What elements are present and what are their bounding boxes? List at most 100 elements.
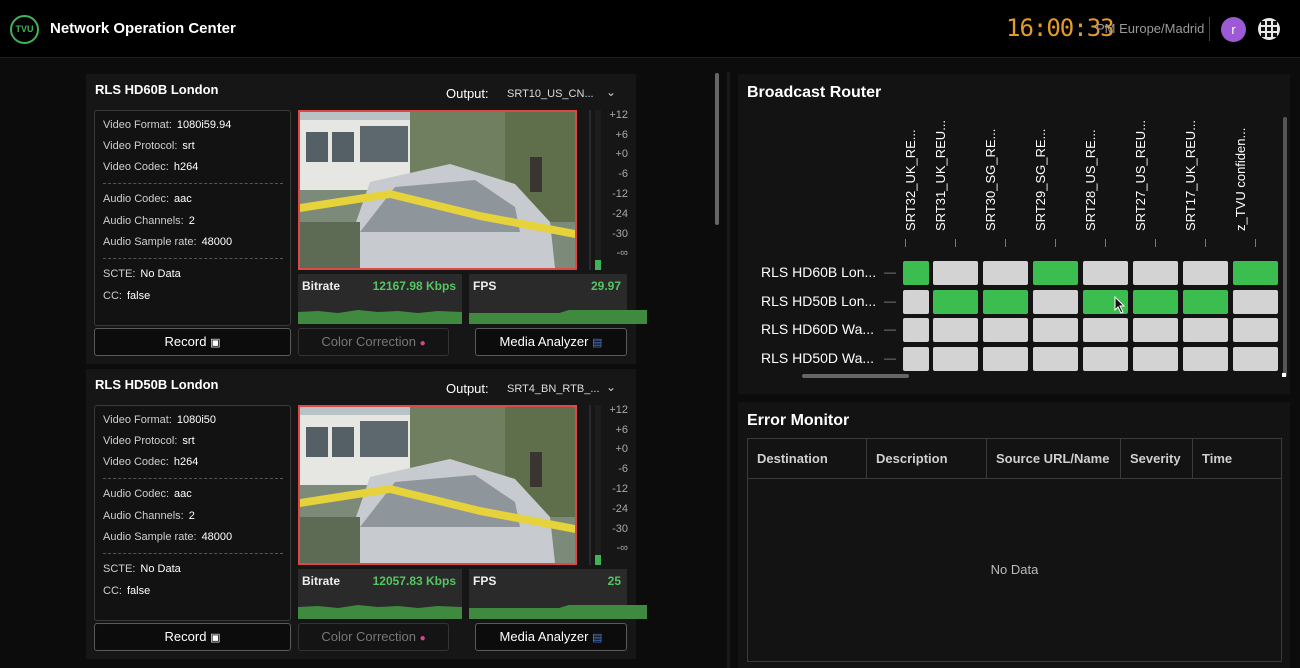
router-crosspoint-cell[interactable] — [983, 290, 1028, 314]
color-correction-button[interactable]: Color Correction ● — [298, 328, 449, 356]
router-crosspoint-cell[interactable] — [1133, 290, 1178, 314]
divider — [103, 478, 283, 479]
column-header-description[interactable]: Description — [867, 439, 987, 478]
column-header-severity[interactable]: Severity — [1121, 439, 1193, 478]
chevron-down-icon[interactable]: ⌄ — [606, 85, 616, 99]
app-title: Network Operation Center — [50, 20, 236, 37]
router-crosspoint-cell[interactable] — [1133, 318, 1178, 342]
router-crosspoint-cell[interactable] — [1183, 318, 1228, 342]
router-crosspoint-cell[interactable] — [1083, 261, 1128, 285]
router-crosspoint-cell[interactable] — [1033, 261, 1078, 285]
fps-label: FPS — [473, 574, 497, 588]
router-crosspoint-cell[interactable] — [903, 290, 929, 314]
meta-row: CC: false — [103, 585, 150, 597]
meta-label: CC: — [103, 585, 122, 597]
user-avatar[interactable]: r — [1221, 17, 1246, 42]
column-header-time[interactable]: Time — [1193, 439, 1281, 478]
router-column-label: SRT32_UK_RE... — [903, 129, 918, 231]
meta-label: Audio Sample rate: — [103, 531, 197, 543]
router-crosspoint-cell[interactable] — [903, 261, 929, 285]
analyzer-icon: ▤ — [592, 337, 603, 349]
router-column-tick — [1255, 239, 1256, 247]
output-select[interactable]: SRT4_BN_RTB_... — [507, 383, 600, 395]
output-select[interactable]: SRT10_US_CN... — [507, 88, 594, 100]
meta-row: Audio Channels: 2 — [103, 510, 195, 522]
router-column-tick — [1055, 239, 1056, 247]
router-horizontal-scrollbar[interactable] — [802, 374, 909, 378]
router-crosspoint-cell[interactable] — [933, 318, 978, 342]
router-column-tick — [955, 239, 956, 247]
audio-meter-left — [589, 405, 591, 565]
video-preview[interactable] — [298, 405, 577, 565]
router-crosspoint-cell[interactable] — [903, 347, 929, 371]
router-crosspoint-cell[interactable] — [933, 261, 978, 285]
router-row-tick: — — [884, 265, 896, 279]
vu-scale-tick: -6 — [618, 168, 628, 180]
record-button[interactable]: Record ▣ — [94, 328, 291, 356]
meta-value: false — [126, 290, 151, 302]
apps-grid-icon[interactable] — [1258, 18, 1280, 40]
router-crosspoint-cell[interactable] — [983, 318, 1028, 342]
meta-label: Audio Codec: — [103, 488, 170, 500]
meta-value: srt — [182, 435, 195, 447]
meta-label: CC: — [103, 290, 122, 302]
meta-label: Audio Codec: — [103, 193, 170, 205]
router-column-tick — [1205, 239, 1206, 247]
meta-label: Video Codec: — [103, 161, 169, 173]
router-crosspoint-cell[interactable] — [933, 347, 978, 371]
audio-meter-right — [595, 405, 601, 565]
router-crosspoint-cell[interactable] — [1233, 318, 1278, 342]
bitrate-value: 12167.98 Kbps — [372, 279, 456, 293]
router-row-tick: — — [884, 322, 896, 336]
router-crosspoint-cell[interactable] — [1183, 290, 1228, 314]
meta-value: h264 — [173, 161, 199, 173]
media-analyzer-button[interactable]: Media Analyzer ▤ — [475, 328, 627, 356]
meta-label: Audio Sample rate: — [103, 236, 197, 248]
router-crosspoint-cell[interactable] — [1133, 261, 1178, 285]
audio-level-fill — [595, 260, 601, 270]
router-crosspoint-cell[interactable] — [1133, 347, 1178, 371]
router-crosspoint-cell[interactable] — [1233, 347, 1278, 371]
left-scrollbar[interactable] — [715, 73, 719, 225]
router-crosspoint-cell[interactable] — [903, 318, 929, 342]
output-label: Output: — [446, 86, 489, 101]
router-column-label: SRT30_SG_RE... — [983, 128, 998, 231]
media-analyzer-button[interactable]: Media Analyzer ▤ — [475, 623, 627, 651]
record-label: Record — [164, 629, 207, 644]
vu-scale-tick: +6 — [615, 424, 628, 436]
router-crosspoint-cell[interactable] — [933, 290, 978, 314]
router-crosspoint-cell[interactable] — [1083, 318, 1128, 342]
fps-value: 25 — [607, 574, 621, 588]
meta-value: 48000 — [201, 236, 233, 248]
analyzer-icon: ▤ — [592, 632, 603, 644]
router-crosspoint-cell[interactable] — [1083, 347, 1128, 371]
meta-value: 48000 — [201, 531, 233, 543]
chevron-down-icon[interactable]: ⌄ — [606, 380, 616, 394]
meta-label: Audio Channels: — [103, 510, 184, 522]
meta-value: 1080i50 — [176, 414, 217, 426]
router-crosspoint-cell[interactable] — [1233, 261, 1278, 285]
router-crosspoint-cell[interactable] — [1033, 318, 1078, 342]
router-column-tick — [1005, 239, 1006, 247]
meta-row: Audio Sample rate: 48000 — [103, 236, 232, 248]
router-vertical-scrollbar[interactable] — [1283, 117, 1287, 377]
router-crosspoint-cell[interactable] — [1233, 290, 1278, 314]
fps-stat: FPS 25 — [469, 569, 647, 619]
error-table: Destination Description Source URL/Name … — [747, 438, 1282, 662]
color-correction-button[interactable]: Color Correction ● — [298, 623, 449, 651]
router-crosspoint-cell[interactable] — [1183, 347, 1228, 371]
meta-value: No Data — [140, 268, 181, 280]
video-preview[interactable] — [298, 110, 577, 270]
router-crosspoint-cell[interactable] — [1033, 347, 1078, 371]
router-crosspoint-cell[interactable] — [983, 347, 1028, 371]
bitrate-sparkline — [298, 310, 462, 324]
column-header-destination[interactable]: Destination — [748, 439, 867, 478]
router-crosspoint-cell[interactable] — [1033, 290, 1078, 314]
divider — [103, 553, 283, 554]
router-crosspoint-cell[interactable] — [983, 261, 1028, 285]
router-crosspoint-cell[interactable] — [1183, 261, 1228, 285]
router-column-tick — [905, 239, 906, 247]
fps-sparkline — [469, 310, 647, 324]
column-header-source[interactable]: Source URL/Name — [987, 439, 1121, 478]
record-button[interactable]: Record ▣ — [94, 623, 291, 651]
